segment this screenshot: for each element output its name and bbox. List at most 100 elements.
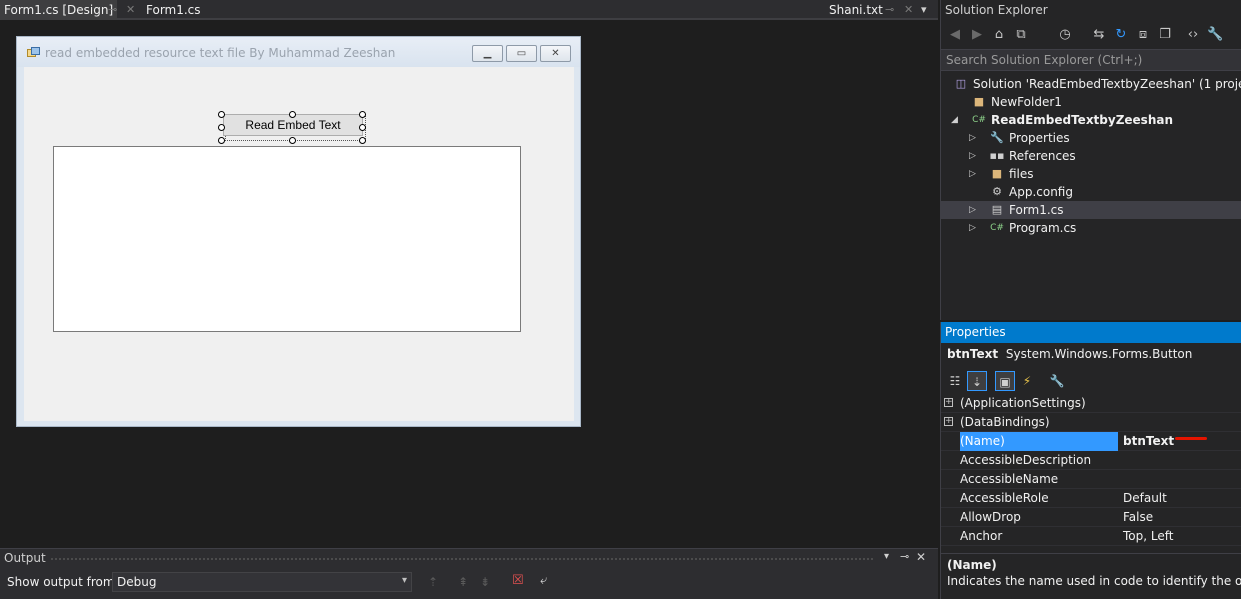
output-source-select[interactable]: Debug ▾ xyxy=(112,572,412,592)
property-name: (Name) xyxy=(960,432,1118,451)
collapsed-arrow-icon[interactable]: ▷ xyxy=(969,201,979,219)
properties-view-icon[interactable]: ▣ xyxy=(995,371,1015,391)
show-all-files-icon[interactable]: ❐ xyxy=(1157,27,1173,43)
collapsed-arrow-icon[interactable]: ▷ xyxy=(969,219,979,237)
tree-item-form1[interactable]: ▷ ▤ Form1.cs xyxy=(941,201,1241,219)
pin-icon[interactable]: ⊸ xyxy=(108,0,117,20)
properties-wrench-icon[interactable]: 🔧 xyxy=(1207,27,1223,43)
property-row[interactable]: AllowDrop False xyxy=(941,508,1241,527)
home-icon[interactable]: ⌂ xyxy=(991,27,1007,43)
resize-handle[interactable] xyxy=(218,137,225,144)
dropdown-icon[interactable]: ▾ xyxy=(921,0,927,20)
solution-explorer-toolbar: ◀ ▶ ⌂ ⧉ ◷ ⇆ ↻ ⧈ ❐ ‹› 🔧 xyxy=(941,22,1241,48)
expand-icon[interactable]: + xyxy=(944,417,953,426)
property-row[interactable]: + (DataBindings) xyxy=(941,413,1241,432)
property-value[interactable]: btnText xyxy=(1123,432,1174,451)
property-row[interactable]: AccessibleRole Default xyxy=(941,489,1241,508)
tree-item-app-config[interactable]: ⚙ App.config xyxy=(941,183,1241,201)
close-button[interactable]: ✕ xyxy=(540,45,571,62)
property-row[interactable]: + (ApplicationSettings) xyxy=(941,394,1241,413)
chevron-down-icon: ▾ xyxy=(401,575,407,586)
collapsed-arrow-icon[interactable]: ▷ xyxy=(969,165,979,183)
alphabetical-icon[interactable]: ⇣ xyxy=(967,371,987,391)
collapse-all-icon[interactable]: ⧈ xyxy=(1135,27,1151,43)
resize-handle[interactable] xyxy=(359,111,366,118)
properties-object-selector[interactable]: btnText System.Windows.Forms.Button xyxy=(947,347,1192,361)
multiline-textbox[interactable] xyxy=(53,146,521,332)
document-tab-strip: Form1.cs [Design] ⊸ ✕ Form1.cs Shani.txt… xyxy=(0,0,938,20)
sync-icon[interactable]: ⇆ xyxy=(1091,27,1107,43)
word-wrap-icon[interactable]: ⤶ xyxy=(540,573,547,588)
property-row[interactable]: AccessibleDescription xyxy=(941,451,1241,470)
minimize-button[interactable]: ▁ xyxy=(472,45,503,62)
resize-handle[interactable] xyxy=(359,137,366,144)
switch-views-icon[interactable]: ⧉ xyxy=(1013,27,1029,43)
pin-icon[interactable]: ⊸ xyxy=(900,550,909,563)
pin-icon[interactable]: ⊸ xyxy=(885,0,894,20)
expanded-arrow-icon[interactable]: ◢ xyxy=(951,111,961,129)
refresh-icon[interactable]: ↻ xyxy=(1113,27,1129,43)
pending-changes-filter-icon[interactable]: ◷ xyxy=(1057,27,1073,43)
expand-icon[interactable]: + xyxy=(944,398,953,407)
solution-icon: ◫ xyxy=(955,77,967,90)
property-pages-icon[interactable]: 🔧 xyxy=(1047,371,1067,391)
csharp-project-icon: C# xyxy=(972,115,986,125)
tree-item-label: References xyxy=(1009,149,1076,163)
dropdown-icon[interactable]: ▾ xyxy=(884,551,889,562)
tab-form1-code[interactable]: Form1.cs xyxy=(142,0,205,20)
form-window[interactable]: read embedded resource text file By Muha… xyxy=(16,36,581,427)
resize-handle[interactable] xyxy=(289,137,296,144)
tree-item-label: files xyxy=(1009,167,1034,181)
tree-item-properties[interactable]: ▷ 🔧 Properties xyxy=(941,129,1241,147)
tree-item-label: NewFolder1 xyxy=(991,95,1062,109)
maximize-button[interactable]: ▭ xyxy=(506,45,537,62)
resize-handle[interactable] xyxy=(218,111,225,118)
resize-handle[interactable] xyxy=(289,111,296,118)
view-code-icon[interactable]: ‹› xyxy=(1185,27,1201,43)
forward-icon[interactable]: ▶ xyxy=(969,27,985,43)
close-icon[interactable]: ✕ xyxy=(904,0,913,20)
clear-all-icon[interactable]: ☒ xyxy=(512,573,524,588)
resize-handle[interactable] xyxy=(218,124,225,131)
tab-form1-design[interactable]: Form1.cs [Design] xyxy=(0,0,118,20)
tree-item-project[interactable]: ◢ C# ReadEmbedTextbyZeeshan xyxy=(941,111,1241,129)
tab-shani-txt[interactable]: Shani.txt xyxy=(825,0,887,20)
close-icon[interactable]: ✕ xyxy=(126,0,135,20)
solution-search-input[interactable]: Search Solution Explorer (Ctrl+;) xyxy=(941,49,1241,71)
tree-item-references[interactable]: ▷ ▪▪ References xyxy=(941,147,1241,165)
back-icon[interactable]: ◀ xyxy=(947,27,963,43)
property-value[interactable]: False xyxy=(1123,508,1153,527)
tree-item-newfolder1[interactable]: ■ NewFolder1 xyxy=(941,93,1241,111)
property-value[interactable]: Top, Left xyxy=(1123,527,1173,546)
tree-item-label: Form1.cs xyxy=(1009,203,1064,217)
resize-handle[interactable] xyxy=(359,124,366,131)
property-name: Anchor xyxy=(960,529,1003,543)
close-icon[interactable]: ✕ xyxy=(916,550,926,564)
output-title: Output xyxy=(4,551,46,565)
tree-item-files[interactable]: ▷ ■ files xyxy=(941,165,1241,183)
events-icon[interactable]: ⚡ xyxy=(1017,371,1037,391)
collapsed-arrow-icon[interactable]: ▷ xyxy=(969,129,979,147)
property-row-name[interactable]: (Name) btnText xyxy=(941,432,1241,451)
properties-panel: Properties btnText System.Windows.Forms.… xyxy=(940,322,1241,599)
folder-icon: ■ xyxy=(973,95,985,108)
property-row[interactable]: Anchor Top, Left xyxy=(941,527,1241,546)
previous-message-icon[interactable]: ⇞ xyxy=(458,575,468,589)
properties-title: Properties xyxy=(941,322,1241,343)
find-message-icon[interactable]: ⇡ xyxy=(428,575,438,589)
tree-item-label: ReadEmbedTextbyZeeshan xyxy=(991,113,1174,127)
categorized-icon[interactable]: ☷ xyxy=(945,371,965,391)
property-value[interactable]: Default xyxy=(1123,489,1167,508)
collapsed-arrow-icon[interactable]: ▷ xyxy=(969,147,979,165)
tree-item-program[interactable]: ▷ C# Program.cs xyxy=(941,219,1241,237)
property-row[interactable]: AccessibleName xyxy=(941,470,1241,489)
red-annotation-mark xyxy=(1175,437,1207,440)
property-name: (DataBindings) xyxy=(960,415,1050,429)
tab-label: Form1.cs xyxy=(146,3,201,17)
tree-item-label: Solution 'ReadEmbedTextbyZeeshan' (1 pro… xyxy=(973,77,1241,91)
next-message-icon[interactable]: ⇟ xyxy=(480,575,490,589)
tree-item-solution[interactable]: ◫ Solution 'ReadEmbedTextbyZeeshan' (1 p… xyxy=(941,75,1241,93)
property-name: (ApplicationSettings) xyxy=(960,396,1086,410)
property-name: AccessibleRole xyxy=(960,491,1049,505)
property-name: AccessibleDescription xyxy=(960,453,1092,467)
